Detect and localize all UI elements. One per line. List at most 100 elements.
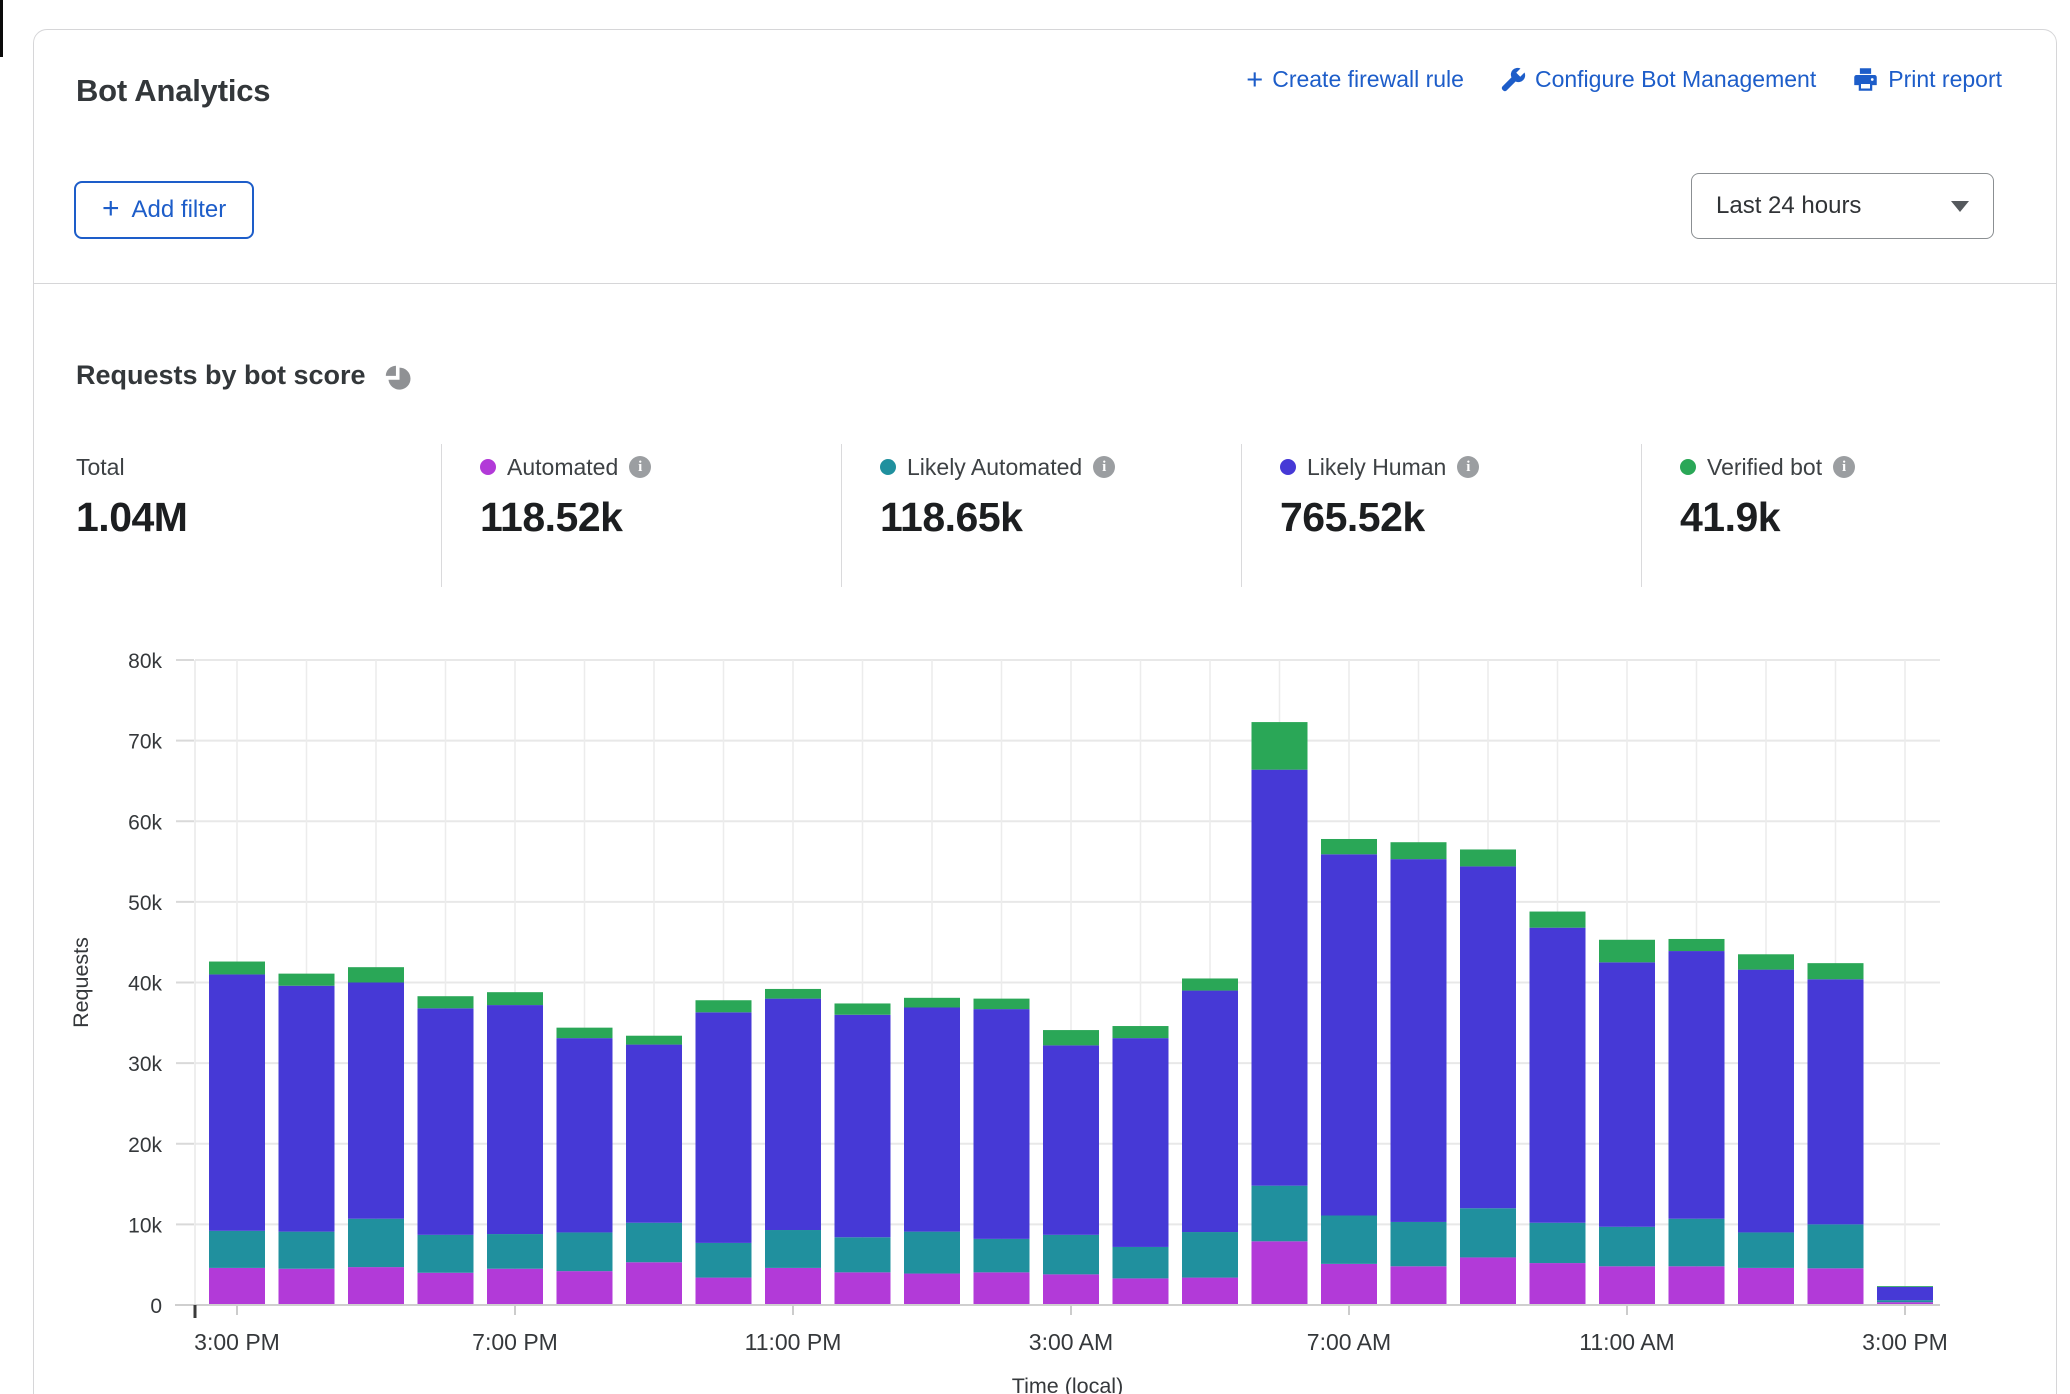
bar-segment-likely-automated-200PM[interactable] [1808, 1224, 1864, 1268]
print-report-link[interactable]: Print report [1852, 66, 2002, 93]
bar-segment-likely-human-1000PM[interactable] [696, 1012, 752, 1243]
bar-segment-automated-300PM[interactable] [209, 1268, 265, 1305]
bar-segment-likely-automated-400AM[interactable] [1113, 1247, 1169, 1278]
bar-segment-likely-human-200PM[interactable] [1808, 979, 1864, 1224]
bar-segment-likely-automated-900AM[interactable] [1460, 1208, 1516, 1257]
bar-segment-verified-bot-100AM[interactable] [904, 998, 960, 1008]
add-filter-button[interactable]: + Add filter [74, 181, 254, 239]
bar-segment-likely-automated-500PM[interactable] [348, 1219, 404, 1267]
bar-segment-automated-1100AM[interactable] [1599, 1266, 1655, 1305]
bar-segment-likely-human-200AM[interactable] [974, 1009, 1030, 1239]
bar-segment-verified-bot-400PM[interactable] [279, 974, 335, 986]
bar-segment-likely-human-300AM[interactable] [1043, 1045, 1099, 1234]
bar-segment-verified-bot-200AM[interactable] [974, 999, 1030, 1009]
bar-segment-likely-automated-400PM[interactable] [279, 1232, 335, 1269]
bar-segment-automated-900AM[interactable] [1460, 1257, 1516, 1305]
bar-segment-verified-bot-200PM[interactable] [1808, 963, 1864, 979]
bar-segment-likely-human-1200AM[interactable] [835, 1015, 891, 1238]
bar-segment-likely-automated-700PM[interactable] [487, 1234, 543, 1269]
bar-segment-likely-automated-1200PM[interactable] [1669, 1219, 1725, 1267]
bar-segment-likely-automated-1000PM[interactable] [696, 1243, 752, 1278]
bar-segment-automated-100AM[interactable] [904, 1274, 960, 1305]
bar-segment-verified-bot-800PM[interactable] [557, 1028, 613, 1038]
bar-segment-likely-human-1200PM[interactable] [1669, 951, 1725, 1219]
bar-segment-automated-400PM[interactable] [279, 1269, 335, 1305]
bar-segment-likely-human-1100PM[interactable] [765, 999, 821, 1230]
bar-segment-likely-human-700PM[interactable] [487, 1005, 543, 1234]
configure-bot-management-link[interactable]: Configure Bot Management [1500, 66, 1816, 93]
bar-segment-likely-human-1100AM[interactable] [1599, 962, 1655, 1226]
bar-segment-automated-900PM[interactable] [626, 1262, 682, 1305]
bar-segment-likely-human-1000AM[interactable] [1530, 928, 1586, 1223]
time-range-select[interactable]: Last 24 hours [1691, 173, 1994, 239]
bar-segment-verified-bot-900AM[interactable] [1460, 849, 1516, 866]
bar-segment-automated-800PM[interactable] [557, 1271, 613, 1305]
bar-segment-likely-automated-300AM[interactable] [1043, 1235, 1099, 1275]
bar-segment-likely-human-500PM[interactable] [348, 983, 404, 1219]
bar-segment-likely-automated-600AM[interactable] [1252, 1186, 1308, 1242]
info-icon[interactable]: i [629, 456, 651, 478]
bar-segment-likely-automated-800PM[interactable] [557, 1232, 613, 1271]
bar-segment-likely-automated-100PM[interactable] [1738, 1232, 1794, 1267]
bar-segment-likely-automated-600PM[interactable] [418, 1235, 474, 1273]
bar-segment-likely-human-600PM[interactable] [418, 1008, 474, 1235]
bar-segment-automated-1200PM[interactable] [1669, 1266, 1725, 1305]
bar-segment-likely-automated-100AM[interactable] [904, 1232, 960, 1274]
bar-segment-verified-bot-500AM[interactable] [1182, 978, 1238, 990]
bar-segment-automated-700AM[interactable] [1321, 1264, 1377, 1305]
bar-segment-likely-human-900AM[interactable] [1460, 866, 1516, 1208]
bar-segment-verified-bot-600AM[interactable] [1252, 722, 1308, 770]
bar-segment-likely-automated-300PM[interactable] [209, 1231, 265, 1268]
bar-segment-likely-human-100PM[interactable] [1738, 970, 1794, 1233]
bar-segment-automated-1100PM[interactable] [765, 1268, 821, 1305]
bar-segment-automated-400AM[interactable] [1113, 1278, 1169, 1305]
bar-segment-likely-human-300PM[interactable] [209, 974, 265, 1230]
bar-segment-verified-bot-100PM[interactable] [1738, 954, 1794, 969]
bar-segment-likely-human-700AM[interactable] [1321, 854, 1377, 1215]
bar-segment-likely-human-500AM[interactable] [1182, 991, 1238, 1232]
bar-segment-likely-automated-800AM[interactable] [1391, 1222, 1447, 1266]
bar-segment-automated-200AM[interactable] [974, 1272, 1030, 1305]
bar-segment-verified-bot-400AM[interactable] [1113, 1026, 1169, 1038]
bar-segment-likely-human-800PM[interactable] [557, 1038, 613, 1232]
bar-segment-automated-1200AM[interactable] [835, 1272, 891, 1305]
info-icon[interactable]: i [1093, 456, 1115, 478]
bar-segment-automated-1000PM[interactable] [696, 1278, 752, 1305]
bar-segment-verified-bot-1000AM[interactable] [1530, 912, 1586, 928]
bar-segment-automated-600PM[interactable] [418, 1273, 474, 1305]
bar-segment-likely-human-900PM[interactable] [626, 1045, 682, 1223]
bar-segment-verified-bot-1100AM[interactable] [1599, 940, 1655, 963]
bar-segment-automated-1000AM[interactable] [1530, 1263, 1586, 1305]
bar-segment-verified-bot-1100PM[interactable] [765, 989, 821, 999]
bar-segment-verified-bot-1200PM[interactable] [1669, 939, 1725, 951]
bar-segment-verified-bot-600PM[interactable] [418, 996, 474, 1008]
bar-segment-likely-human-400AM[interactable] [1113, 1038, 1169, 1247]
bar-segment-likely-automated-1100PM[interactable] [765, 1230, 821, 1268]
bar-segment-verified-bot-900PM[interactable] [626, 1036, 682, 1045]
bar-segment-likely-automated-200AM[interactable] [974, 1239, 1030, 1272]
bar-segment-automated-300AM[interactable] [1043, 1274, 1099, 1305]
bar-segment-likely-automated-1200AM[interactable] [835, 1237, 891, 1272]
bar-segment-likely-human-100AM[interactable] [904, 1007, 960, 1231]
bar-segment-verified-bot-500PM[interactable] [348, 967, 404, 982]
info-icon[interactable]: i [1457, 456, 1479, 478]
bar-segment-likely-automated-300PM[interactable] [1877, 1300, 1933, 1302]
bar-segment-verified-bot-300PM[interactable] [1877, 1286, 1933, 1287]
bar-segment-verified-bot-1000PM[interactable] [696, 1000, 752, 1012]
bar-segment-verified-bot-300PM[interactable] [209, 962, 265, 975]
bar-segment-automated-200PM[interactable] [1808, 1268, 1864, 1305]
bar-segment-verified-bot-800AM[interactable] [1391, 842, 1447, 859]
bar-segment-likely-human-600AM[interactable] [1252, 770, 1308, 1186]
bar-segment-automated-100PM[interactable] [1738, 1268, 1794, 1305]
info-icon[interactable]: i [1833, 456, 1855, 478]
bar-segment-automated-600AM[interactable] [1252, 1241, 1308, 1305]
bar-segment-likely-automated-900PM[interactable] [626, 1223, 682, 1263]
bar-segment-likely-human-400PM[interactable] [279, 986, 335, 1232]
bar-segment-likely-automated-500AM[interactable] [1182, 1232, 1238, 1278]
bar-segment-verified-bot-1200AM[interactable] [835, 1003, 891, 1014]
bar-segment-likely-human-800AM[interactable] [1391, 859, 1447, 1222]
bar-segment-verified-bot-700PM[interactable] [487, 992, 543, 1005]
bar-segment-likely-human-300PM[interactable] [1877, 1287, 1933, 1300]
bar-segment-likely-automated-1000AM[interactable] [1530, 1223, 1586, 1263]
create-firewall-rule-link[interactable]: + Create firewall rule [1246, 66, 1464, 93]
